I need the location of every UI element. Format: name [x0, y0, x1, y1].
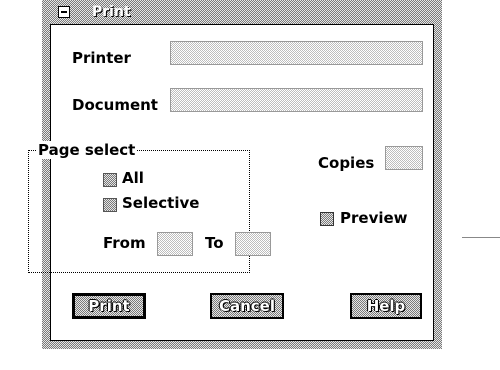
all-label: All [122, 169, 144, 187]
all-radio[interactable] [103, 173, 117, 187]
preview-checkbox[interactable] [320, 212, 334, 226]
print-button[interactable]: Print [72, 293, 146, 319]
printer-field[interactable] [170, 41, 423, 65]
copies-label: Copies [318, 154, 375, 172]
copies-field[interactable] [385, 146, 423, 170]
cancel-button[interactable]: Cancel [210, 293, 284, 319]
preview-label: Preview [340, 209, 408, 227]
from-label: From [103, 234, 146, 252]
help-button[interactable]: Help [350, 293, 422, 319]
dialog-title: Print [92, 4, 131, 20]
document-label: Document [72, 96, 158, 114]
title-bar[interactable]: Print [50, 0, 434, 24]
background-line [462, 237, 500, 238]
to-field[interactable] [235, 232, 271, 256]
from-field[interactable] [157, 232, 193, 256]
page-select-label: Page select [36, 141, 138, 159]
selective-label: Selective [122, 194, 200, 212]
to-label: To [205, 234, 224, 252]
document-field[interactable] [170, 88, 423, 112]
system-menu-icon[interactable] [58, 6, 70, 18]
selective-radio[interactable] [103, 198, 117, 212]
printer-label: Printer [72, 49, 131, 67]
